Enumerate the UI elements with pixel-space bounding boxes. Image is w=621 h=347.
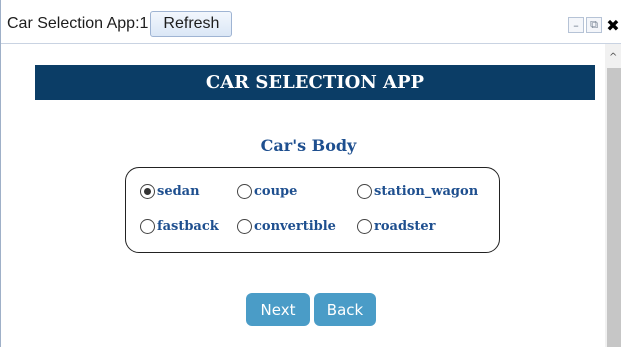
next-button[interactable]: Next <box>246 293 310 326</box>
refresh-button[interactable]: Refresh <box>150 11 233 37</box>
window-controls: – ⧉ ✖ <box>568 16 621 35</box>
app-content: CAR SELECTION APP Car's Body sedan coupe… <box>2 44 605 347</box>
vertical-scrollbar[interactable]: ^ <box>605 44 621 347</box>
radio-coupe-circle[interactable] <box>237 184 252 199</box>
radio-label: convertible <box>254 219 336 234</box>
radio-label: station_wagon <box>374 184 479 199</box>
minimize-icon[interactable]: – <box>568 17 584 33</box>
radio-convertible[interactable]: convertible <box>237 219 336 234</box>
radio-sedan[interactable]: sedan <box>140 184 200 199</box>
popout-icon[interactable]: ⧉ <box>586 17 602 33</box>
window-title: Car Selection App:1 <box>7 15 149 32</box>
scroll-thumb[interactable] <box>607 68 621 347</box>
radio-sedan-circle[interactable] <box>140 184 155 199</box>
radio-label: fastback <box>157 219 219 234</box>
radio-roadster-circle[interactable] <box>357 219 372 234</box>
close-icon[interactable]: ✖ <box>604 16 621 35</box>
section-title: Car's Body <box>260 136 357 155</box>
scroll-up-icon[interactable]: ^ <box>609 52 617 63</box>
radio-label: sedan <box>157 184 200 199</box>
radio-label: roadster <box>374 219 436 234</box>
radio-label: coupe <box>254 184 298 199</box>
radio-fastback[interactable]: fastback <box>140 219 219 234</box>
body-options-group: sedan coupe station_wagon fastback conve… <box>125 167 500 253</box>
back-button[interactable]: Back <box>314 293 376 326</box>
title-bar-left: Car Selection App:1 Refresh <box>1 11 233 37</box>
title-bar: Car Selection App:1 Refresh – ⧉ ✖ <box>1 0 621 44</box>
radio-station-wagon-circle[interactable] <box>357 184 372 199</box>
radio-station-wagon[interactable]: station_wagon <box>357 184 478 199</box>
radio-convertible-circle[interactable] <box>237 219 252 234</box>
radio-fastback-circle[interactable] <box>140 219 155 234</box>
radio-coupe[interactable]: coupe <box>237 184 297 199</box>
app-window: Car Selection App:1 Refresh – ⧉ ✖ CAR SE… <box>0 0 621 347</box>
app-banner: CAR SELECTION APP <box>35 65 595 100</box>
radio-roadster[interactable]: roadster <box>357 219 435 234</box>
